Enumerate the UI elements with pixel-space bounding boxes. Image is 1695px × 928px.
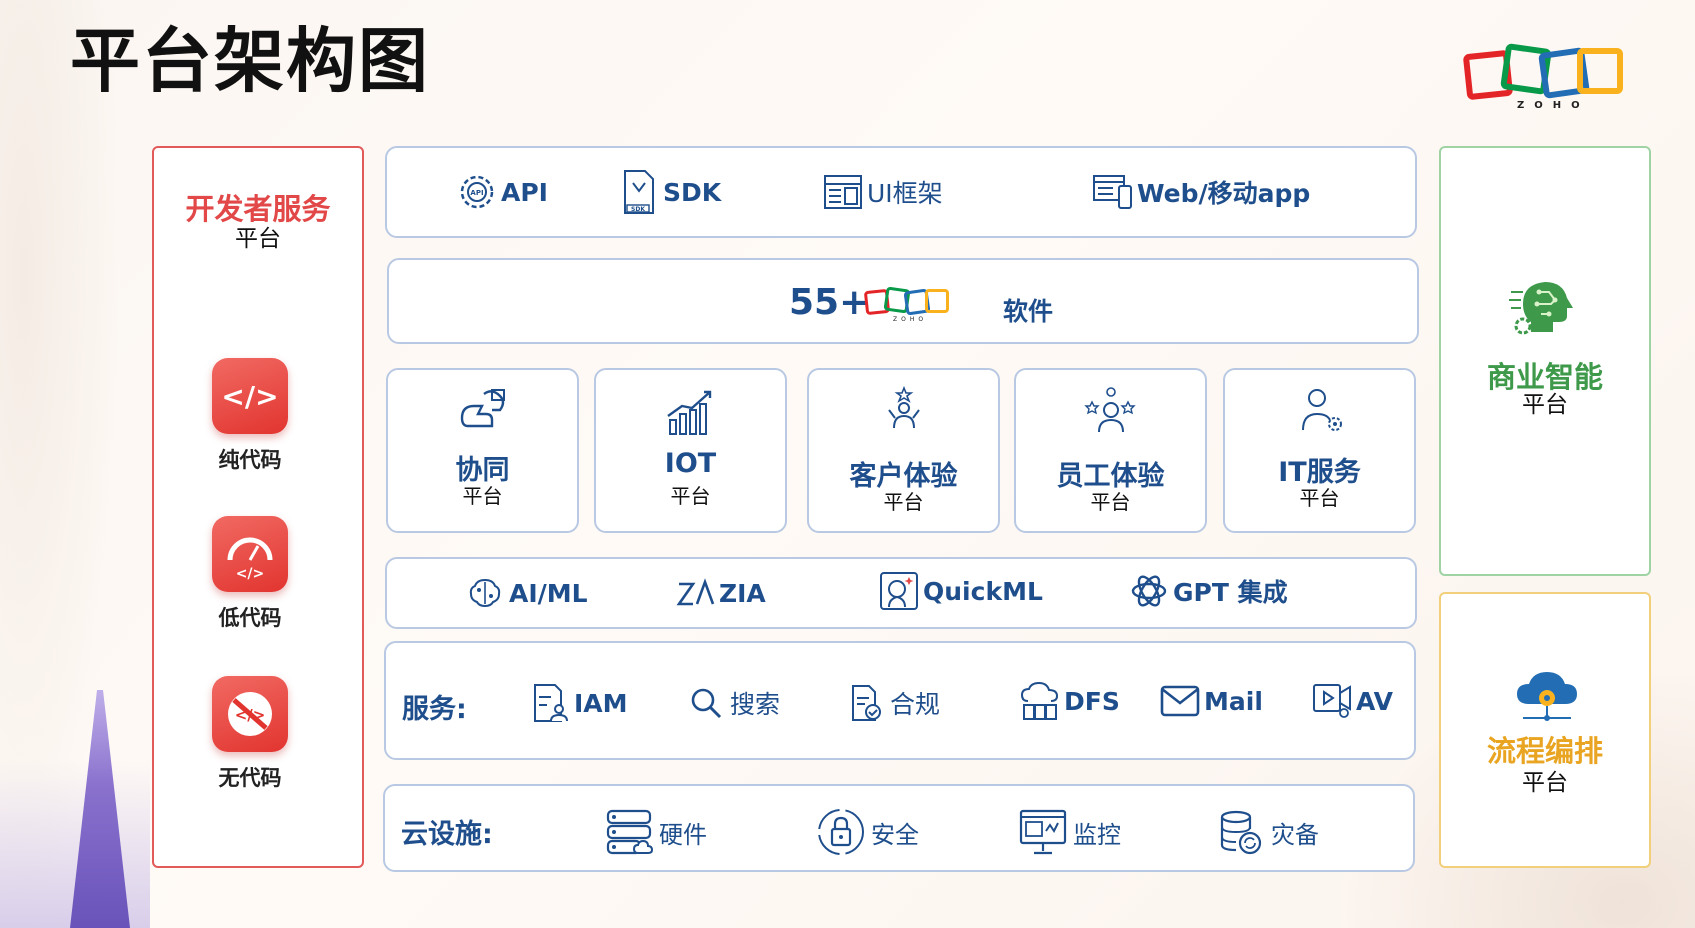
bi-platform-panel[interactable]: 商业智能 平台	[1439, 146, 1651, 576]
mini-logo-yellow	[925, 289, 949, 313]
cloud-gear-icon	[1515, 670, 1579, 730]
compliance-item[interactable]: 合规	[846, 683, 940, 723]
api-gear-icon: API	[457, 172, 497, 212]
zoho-logo: ZOHO	[1462, 43, 1635, 114]
growth-chart-icon	[666, 390, 711, 435]
gpt-label: GPT 集成	[1173, 578, 1288, 607]
monitoring-item[interactable]: 监控	[1017, 806, 1121, 858]
video-icon	[1312, 681, 1352, 721]
monitor-icon	[1017, 806, 1069, 858]
platform-subtitle: 平台	[883, 490, 924, 514]
server-icon	[603, 806, 655, 858]
ui-framework-item[interactable]: UI框架	[823, 172, 943, 212]
services-row: 服务: IAM 搜索 合规 DFS Mail AV	[384, 641, 1416, 760]
it-service-icon	[1301, 389, 1342, 431]
openai-icon	[1129, 571, 1169, 611]
no-code-label: 无代码	[218, 766, 282, 790]
search-icon	[686, 683, 726, 723]
compliance-icon	[846, 683, 886, 723]
gauge-code-icon[interactable]: </>	[212, 516, 288, 592]
platform-subtitle: 平台	[670, 484, 711, 508]
platform-iot[interactable]: IOT 平台	[594, 368, 787, 533]
disaster-recovery-item[interactable]: 灾备	[1215, 806, 1319, 858]
collaboration-icon	[460, 389, 505, 428]
security-item[interactable]: 安全	[815, 806, 919, 858]
zia-item[interactable]: ZIA	[675, 573, 766, 613]
developer-tools-row: API API SDK SDK UI框架 Web/移动app	[385, 146, 1417, 238]
sdk-item[interactable]: SDK SDK	[619, 170, 721, 214]
flow-platform-panel[interactable]: 流程编排 平台	[1439, 592, 1651, 868]
svg-text:SDK: SDK	[631, 206, 645, 213]
mail-icon	[1160, 681, 1200, 721]
software-suffix: 软件	[1003, 297, 1054, 326]
quickml-icon	[879, 571, 919, 611]
logo-square-yellow	[1577, 48, 1623, 94]
software-count: 55+	[789, 282, 870, 323]
ui-layout-icon	[823, 172, 863, 212]
pure-code-label: 纯代码	[218, 448, 282, 472]
cloud-storage-icon	[1020, 681, 1060, 721]
platform-subtitle: 平台	[1299, 486, 1340, 510]
database-backup-icon	[1215, 806, 1267, 858]
mini-logo-word: ZOHO	[893, 316, 928, 323]
lock-icon	[815, 806, 867, 858]
flow-platform-subtitle: 平台	[1522, 770, 1568, 796]
flow-platform-title: 流程编排	[1486, 734, 1603, 768]
web-mobile-item[interactable]: Web/移动app	[1093, 172, 1310, 212]
platform-it-service[interactable]: IT服务 平台	[1223, 368, 1416, 533]
low-code-label: 低代码	[218, 606, 282, 630]
dfs-item[interactable]: DFS	[1020, 681, 1120, 721]
quickml-item[interactable]: QuickML	[879, 571, 1043, 611]
search-item[interactable]: 搜索	[686, 683, 780, 723]
web-mobile-icon	[1093, 172, 1133, 212]
platform-subtitle: 平台	[462, 484, 503, 508]
sdk-file-icon: SDK	[619, 170, 659, 214]
infrastructure-row: 云设施: 硬件 安全 监控 灾备	[383, 784, 1415, 872]
page-title: 平台架构图	[70, 20, 430, 102]
code-icon[interactable]: </>	[212, 358, 288, 434]
employee-icon	[1083, 387, 1136, 433]
gpt-item[interactable]: GPT 集成	[1129, 571, 1288, 611]
platform-employee-experience[interactable]: 员工体验 平台	[1014, 368, 1207, 533]
infra-heading: 云设施:	[401, 819, 493, 850]
av-item[interactable]: AV	[1312, 681, 1393, 721]
svg-text:</>: </>	[236, 566, 265, 582]
platform-subtitle: 平台	[1090, 490, 1131, 514]
customer-icon	[887, 385, 920, 429]
hardware-item[interactable]: 硬件	[603, 806, 707, 858]
ai-head-icon	[1509, 272, 1581, 344]
svg-text:API: API	[470, 189, 483, 197]
platform-title: IOT	[664, 448, 717, 479]
platform-collaboration[interactable]: 协同 平台	[386, 368, 579, 533]
dev-platform-panel: 开发者服务 平台 </> 纯代码 </> 低代码 </> 无代码	[152, 146, 364, 868]
dev-platform-title: 开发者服务	[185, 192, 331, 226]
identity-icon	[530, 683, 570, 723]
dev-platform-subtitle: 平台	[235, 226, 281, 252]
software-row: 55+ ZOHO 软件	[387, 258, 1419, 344]
brain-icon	[465, 573, 505, 613]
services-heading: 服务:	[402, 694, 467, 725]
zia-icon	[675, 573, 715, 613]
api-item[interactable]: API API	[457, 172, 548, 212]
zoho-mini-logo: ZOHO	[863, 286, 961, 326]
logo-wordmark: ZOHO	[1517, 100, 1590, 111]
bi-platform-title: 商业智能	[1486, 360, 1603, 394]
ai-row: AI/ML ZIA QuickML GPT 集成	[385, 557, 1417, 629]
mail-item[interactable]: Mail	[1160, 681, 1263, 721]
platform-customer-experience[interactable]: 客户体验 平台	[807, 368, 1000, 533]
iam-item[interactable]: IAM	[530, 683, 628, 723]
ai-ml-item[interactable]: AI/ML	[465, 573, 588, 613]
bi-platform-subtitle: 平台	[1522, 392, 1568, 418]
no-code-icon[interactable]: </>	[212, 676, 288, 752]
